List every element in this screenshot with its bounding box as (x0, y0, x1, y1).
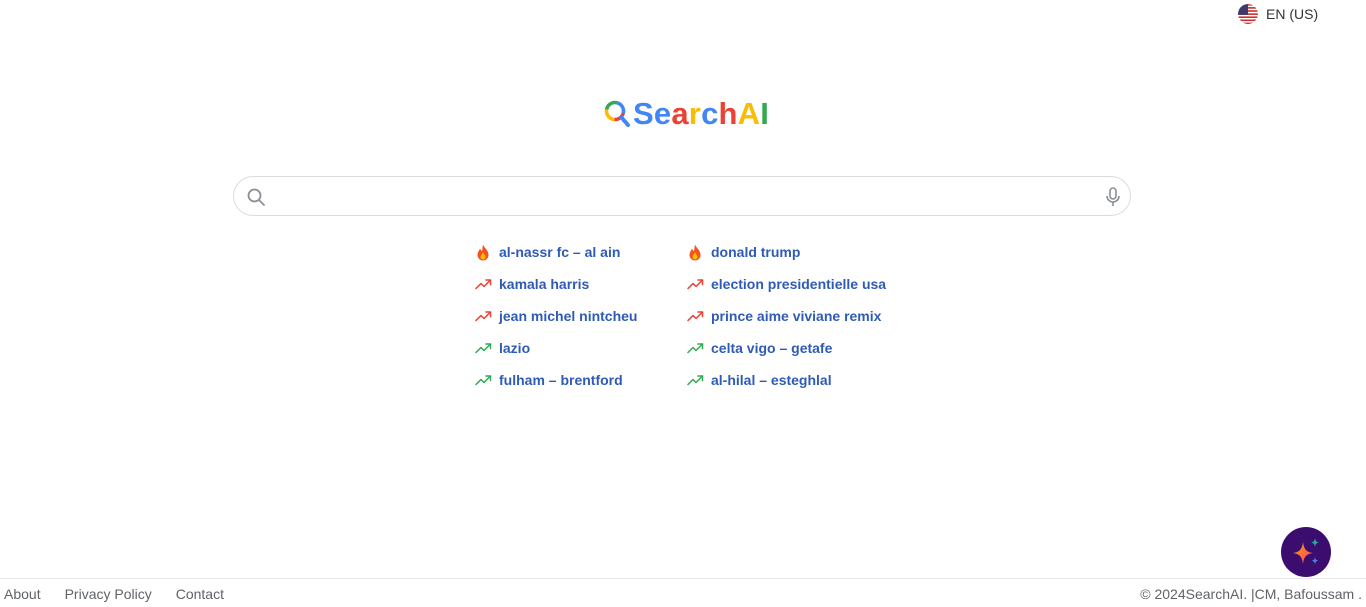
trending-up-red-icon (686, 307, 704, 325)
logo-letter: e (653, 96, 672, 131)
trending-item-label: kamala harris (499, 276, 590, 292)
logo-letter: h (718, 96, 738, 131)
sparkles-icon (1293, 538, 1319, 565)
trending-item-label: prince aime viviane remix (711, 308, 882, 324)
trending-item-label: fulham – brentford (499, 372, 623, 388)
trending-up-red-icon (474, 307, 492, 325)
trending-item[interactable]: celta vigo – getafe (686, 332, 886, 364)
trending-item-label: donald trump (711, 244, 801, 260)
logo-letter: A (737, 96, 761, 131)
trending-item[interactable]: prince aime viviane remix (686, 300, 886, 332)
us-flag-icon (1238, 4, 1258, 24)
logo-letter: c (701, 96, 719, 131)
trending-searches: al-nassr fc – al ain kamala harris jean mi… (474, 236, 886, 396)
search-input[interactable] (278, 183, 1102, 211)
copyright-text: © 2024SearchAI. |CM, Bafoussam . (1140, 586, 1362, 602)
logo-letter: S (633, 96, 654, 131)
trending-column-right: donald trump election presidentielle usa p… (686, 236, 886, 396)
trending-item-label: al-nassr fc – al ain (499, 244, 621, 260)
privacy-policy-link[interactable]: Privacy Policy (65, 586, 152, 602)
trending-item[interactable]: lazio (474, 332, 686, 364)
ai-assistant-button[interactable] (1281, 527, 1331, 577)
trending-item[interactable]: jean michel nintcheu (474, 300, 686, 332)
search-icon (247, 188, 265, 206)
trending-item[interactable]: al-hilal – esteghlal (686, 364, 886, 396)
searchai-logo: SearchAI (603, 96, 769, 132)
search-bar (233, 176, 1131, 216)
trending-item[interactable]: fulham – brentford (474, 364, 686, 396)
trending-item-label: al-hilal – esteghlal (711, 372, 832, 388)
microphone-icon[interactable] (1104, 187, 1122, 207)
about-link[interactable]: About (4, 586, 41, 602)
language-selector[interactable]: EN (US) (1238, 3, 1318, 25)
trending-item[interactable]: election presidentielle usa (686, 268, 886, 300)
fire-icon (686, 243, 704, 261)
trending-up-green-icon (686, 371, 704, 389)
footer: About Privacy Policy Contact © 2024Searc… (0, 578, 1366, 607)
trending-column-left: al-nassr fc – al ain kamala harris jean mi… (474, 236, 686, 396)
logo-letter: a (671, 96, 689, 131)
trending-up-green-icon (474, 371, 492, 389)
trending-item-label: jean michel nintcheu (499, 308, 638, 324)
trending-item-label: election presidentielle usa (711, 276, 887, 292)
trending-item-label: lazio (499, 340, 531, 356)
trending-item[interactable]: kamala harris (474, 268, 686, 300)
trending-item[interactable]: al-nassr fc – al ain (474, 236, 686, 268)
logo-letter: r (688, 96, 702, 131)
trending-up-green-icon (474, 339, 492, 357)
trending-up-red-icon (686, 275, 704, 293)
contact-link[interactable]: Contact (176, 586, 224, 602)
trending-item-label: celta vigo – getafe (711, 340, 833, 356)
trending-up-red-icon (474, 275, 492, 293)
magnifier-logo-icon (604, 100, 630, 127)
logo-letter: I (760, 96, 770, 131)
trending-item[interactable]: donald trump (686, 236, 886, 268)
fire-icon (474, 243, 492, 261)
logo-wordmark: SearchAI (633, 96, 769, 132)
footer-links: About Privacy Policy Contact (4, 586, 224, 602)
language-label: EN (US) (1266, 6, 1319, 22)
trending-up-green-icon (686, 339, 704, 357)
